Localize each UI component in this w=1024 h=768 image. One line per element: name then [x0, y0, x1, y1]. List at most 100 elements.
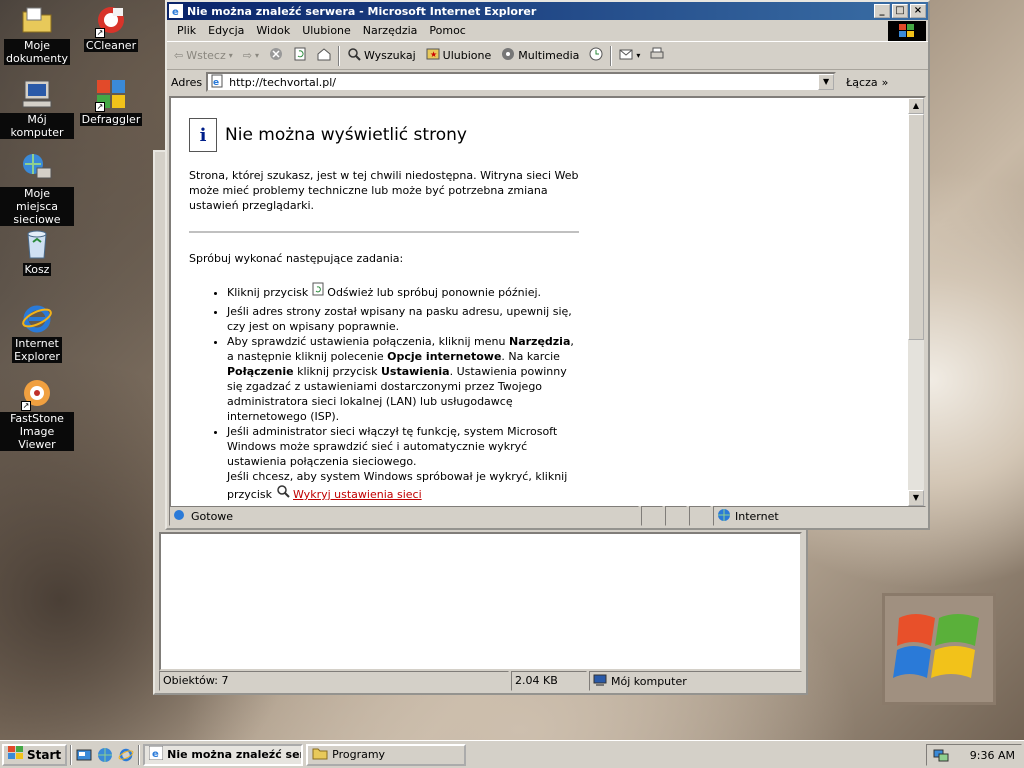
task-button-ie[interactable]: e Nie można znaleźć ser...	[143, 743, 304, 766]
media-button[interactable]: Multimedia	[498, 45, 582, 66]
tray-network-icon[interactable]	[933, 746, 949, 765]
refresh-icon	[293, 47, 307, 64]
vertical-scrollbar[interactable]: ▲ ▼	[908, 98, 924, 506]
address-label: Adres	[171, 75, 203, 89]
print-button[interactable]	[647, 45, 667, 66]
toolbar: ⇦ Wstecz ▾ ⇨ ▾ Wyszukaj ★ Ulubione Multi…	[167, 42, 928, 70]
desktop-icon-network-places[interactable]: Moje miejsca sieciowe	[0, 152, 74, 226]
menu-file[interactable]: Plik	[171, 22, 202, 39]
globe-icon	[717, 508, 731, 525]
status-zone: Internet	[713, 506, 926, 526]
recycle-bin-icon	[21, 228, 53, 260]
desktop-icon-ccleaner[interactable]: ↗ CCleaner	[74, 4, 148, 52]
list-item: Jeśli administrator sieci włączył tę fun…	[227, 424, 579, 502]
ie-statusbar: Gotowe Internet	[169, 506, 926, 526]
minimize-button[interactable]: _	[874, 4, 890, 18]
mail-button[interactable]: ▾	[616, 45, 643, 66]
shortcut-arrow-icon: ↗	[21, 401, 31, 411]
toolbar-separator	[337, 45, 340, 66]
back-arrow-icon: ⇦	[174, 49, 184, 62]
icon-label: Kosz	[22, 263, 52, 276]
clock[interactable]: 9:36 AM	[970, 749, 1015, 762]
ie-titlebar[interactable]: e Nie można znaleźć serwera - Microsoft …	[167, 2, 928, 20]
page-content[interactable]: i Nie można wyświetlić strony Strona, kt…	[169, 96, 926, 508]
shortcut-arrow-icon: ↗	[95, 102, 105, 112]
start-button[interactable]: Start	[2, 743, 68, 766]
status-text: Gotowe	[169, 506, 639, 526]
list-item: Aby sprawdzić ustawienia połączenia, kli…	[227, 334, 579, 424]
menubar: Plik Edycja Widok Ulubione Narzędzia Pom…	[167, 20, 928, 42]
icon-label: Mój komputer	[0, 113, 74, 139]
menu-edit[interactable]: Edycja	[202, 22, 250, 39]
status-location: Mój komputer	[589, 671, 802, 691]
icon-label: CCleaner	[83, 39, 139, 52]
icon-label: FastStone Image Viewer	[0, 412, 74, 451]
status-pane	[689, 506, 711, 526]
home-button[interactable]	[314, 45, 334, 66]
ie-icon[interactable]	[117, 746, 135, 764]
taskbar-separator	[70, 744, 73, 765]
page-icon	[173, 509, 187, 524]
list-item: Kliknij przycisk Odśwież lub spróbuj pon…	[227, 282, 579, 300]
computer-icon	[593, 674, 607, 689]
scroll-down-button[interactable]: ▼	[908, 490, 924, 506]
favorites-icon: ★	[426, 47, 440, 64]
mail-icon	[619, 47, 633, 64]
page-heading: i Nie można wyświetlić strony	[189, 118, 579, 152]
windows-throbber-icon	[888, 21, 926, 41]
ie-small-icon: e	[148, 745, 164, 763]
info-icon: i	[189, 118, 217, 152]
icon-label: Defraggler	[79, 113, 143, 126]
home-icon	[317, 47, 331, 64]
favorites-button[interactable]: ★ Ulubione	[423, 45, 495, 66]
detect-settings-link[interactable]: Wykryj ustawienia sieci	[293, 488, 422, 501]
icon-label: Moje miejsca sieciowe	[0, 187, 74, 226]
search-button[interactable]: Wyszukaj	[344, 45, 419, 66]
menu-view[interactable]: Widok	[250, 22, 296, 39]
ie-small-icon: e	[169, 4, 183, 18]
desktop-icon-faststone[interactable]: ↗ FastStone Image Viewer	[0, 377, 74, 451]
error-page: i Nie można wyświetlić strony Strona, kt…	[189, 118, 579, 502]
desktop-icon-my-documents[interactable]: Moje dokumenty	[0, 4, 74, 65]
addressbar: Adres e ▼ Łącza »	[167, 70, 928, 94]
close-button[interactable]: ×	[910, 4, 926, 18]
forward-button[interactable]: ⇨ ▾	[240, 47, 262, 64]
task-button-programs[interactable]: Programy	[306, 743, 467, 766]
ie-window[interactable]: e Nie można znaleźć serwera - Microsoft …	[165, 0, 930, 530]
media-icon	[501, 47, 515, 64]
desktop-icon-internet-explorer[interactable]: Internet Explorer	[0, 302, 74, 363]
scroll-up-button[interactable]: ▲	[908, 98, 924, 114]
list-item: Jeśli adres strony został wpisany na pas…	[227, 304, 579, 334]
back-button[interactable]: ⇦ Wstecz ▾	[171, 47, 236, 64]
menu-favorites[interactable]: Ulubione	[296, 22, 357, 39]
status-objects: Obiektów: 7	[159, 671, 509, 691]
menu-tools[interactable]: Narzędzia	[357, 22, 424, 39]
refresh-button[interactable]	[290, 45, 310, 66]
links-label[interactable]: Łącza	[846, 76, 878, 89]
address-input[interactable]	[227, 74, 819, 90]
page-icon: e	[210, 74, 224, 91]
svg-text:e: e	[213, 78, 219, 88]
intro-text: Strona, której szukasz, jest w tej chwil…	[189, 169, 579, 212]
folder-icon	[312, 746, 328, 763]
history-button[interactable]	[586, 45, 606, 66]
maximize-button[interactable]: □	[892, 4, 908, 18]
divider	[189, 231, 579, 233]
menu-help[interactable]: Pomoc	[423, 22, 471, 39]
show-desktop-icon[interactable]	[75, 746, 93, 764]
desktop-icon-recycle-bin[interactable]: Kosz	[0, 228, 74, 276]
desktop-icon-my-computer[interactable]: Mój komputer	[0, 78, 74, 139]
chevron-down-icon: ▾	[636, 51, 641, 60]
stop-button[interactable]	[266, 45, 286, 66]
scroll-thumb[interactable]	[908, 114, 924, 340]
toolbar-separator	[610, 45, 613, 66]
network-icon[interactable]	[96, 746, 114, 764]
svg-text:e: e	[172, 7, 179, 18]
ie-icon	[21, 302, 53, 334]
address-dropdown-button[interactable]: ▼	[818, 74, 835, 90]
faststone-icon: ↗	[21, 377, 53, 411]
desktop-icon-defraggler[interactable]: ↗ Defraggler	[74, 78, 148, 126]
chevron-right-icon[interactable]: »	[882, 76, 889, 89]
address-field[interactable]: e ▼	[206, 72, 837, 92]
explorer-client-area[interactable]	[159, 532, 802, 671]
